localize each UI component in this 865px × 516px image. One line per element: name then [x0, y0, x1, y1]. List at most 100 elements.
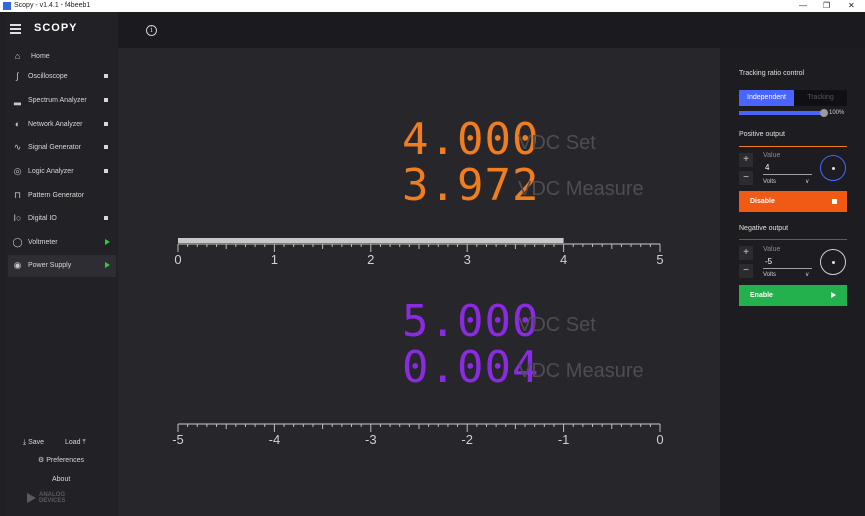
minimize-button[interactable]: — [799, 1, 807, 10]
positive-disable-button[interactable]: Disable [739, 191, 847, 212]
sidebar-item-digital-io[interactable]: I○ Digital IO [8, 208, 116, 230]
positive-tick-label: 3 [464, 252, 471, 267]
tool-running-icon [105, 262, 110, 268]
spectrum-icon: ▂ [14, 95, 21, 105]
menu-toggle-icon[interactable] [10, 24, 21, 36]
play-icon [831, 292, 836, 298]
preferences-label: Preferences [46, 457, 84, 464]
tool-state-indicator [104, 74, 108, 78]
sidebar-item-label: Pattern Generator [28, 192, 85, 199]
preferences-button[interactable]: ⚙ Preferences [38, 456, 84, 464]
negative-increment-button[interactable]: + [739, 246, 753, 260]
tracking-ratio-slider[interactable] [739, 109, 828, 117]
scopy-logo: SCOPY [34, 22, 78, 34]
chevron-down-icon[interactable]: ∨ [805, 178, 809, 185]
info-icon[interactable]: i [146, 25, 157, 36]
positive-value-label: Value [763, 152, 781, 159]
sidebar-item-voltmeter[interactable]: ◯ Voltmeter [8, 232, 116, 254]
sidebar-item-oscilloscope[interactable]: ∫ Oscilloscope [8, 66, 116, 88]
negative-output-underline [739, 239, 847, 240]
gear-icon: ⚙ [38, 457, 45, 464]
logic-icon: ◎ [13, 166, 22, 176]
negative-value-label: Value [763, 246, 781, 253]
close-button[interactable]: ✕ [848, 1, 855, 10]
save-button[interactable]: ⤓ Save [23, 439, 44, 447]
positive-unit-select[interactable]: Volts [763, 179, 776, 185]
oscilloscope-icon: ∫ [16, 71, 19, 81]
pattern-icon: ⊓ [13, 190, 22, 200]
sidebar-item-label: Voltmeter [28, 239, 58, 246]
slider-handle[interactable] [820, 109, 828, 117]
tracking-ratio-title: Tracking ratio control [739, 70, 805, 77]
negative-value-knob[interactable] [820, 249, 846, 275]
negative-decrement-button[interactable]: − [739, 264, 753, 278]
tool-running-icon [105, 239, 110, 245]
negative-measure-unit: VDC Measure [518, 360, 644, 382]
sidebar-item-logic-analyzer[interactable]: ◎ Logic Analyzer [8, 161, 116, 183]
sidebar-item-label: Oscilloscope [28, 73, 68, 80]
load-icon: ⤒ [82, 439, 86, 446]
sidebar-item-spectrum-analyzer[interactable]: ▂ Spectrum Analyzer [8, 90, 116, 112]
positive-decrement-button[interactable]: − [739, 171, 753, 185]
maximize-button[interactable]: ❐ [823, 1, 830, 10]
negative-tick-label: -3 [365, 432, 377, 447]
about-button[interactable]: About [52, 476, 70, 483]
tool-state-indicator [104, 216, 108, 220]
negative-tick-label: -5 [172, 432, 184, 447]
sidebar-item-label: Home [31, 53, 50, 60]
negative-enable-button[interactable]: Enable [739, 285, 847, 306]
negative-tick-label: -1 [558, 432, 570, 447]
negative-tick-label: -2 [461, 432, 473, 447]
disable-label: Disable [750, 198, 775, 205]
brand-line-2: DEVICES [39, 498, 66, 504]
signal-icon: ∿ [13, 142, 22, 152]
sidebar-item-label: Network Analyzer [28, 121, 83, 128]
home-icon: ⌂ [14, 51, 21, 61]
positive-tick-label: 5 [656, 252, 663, 267]
sidebar-item-network-analyzer[interactable]: ◐ Network Analyzer [8, 114, 116, 136]
sidebar-item-label: Digital IO [28, 215, 57, 222]
sidebar-item-pattern-generator[interactable]: ⊓ Pattern Generator [8, 185, 116, 207]
tool-state-indicator [104, 122, 108, 126]
load-label: Load [65, 439, 81, 446]
positive-voltage-scale: 0 1 2 3 4 5 [174, 238, 664, 267]
tracking-ratio-value: 100% [829, 110, 845, 116]
window-titlebar: Scopy - v1.4.1 - f4beeb1 — ❐ ✕ [0, 0, 865, 12]
digital-io-icon: I○ [13, 213, 22, 223]
positive-tick-label: 1 [271, 252, 278, 267]
load-button[interactable]: Load ⤒ [65, 439, 86, 447]
power-supply-icon: ◉ [13, 260, 22, 270]
sidebar-item-signal-generator[interactable]: ∿ Signal Generator [8, 137, 116, 159]
positive-value-knob[interactable] [820, 155, 846, 181]
sidebar-item-label: Logic Analyzer [28, 168, 74, 175]
enable-label: Enable [750, 292, 773, 299]
positive-set-unit: VDC Set [518, 132, 596, 154]
sidebar-item-power-supply[interactable]: ◉ Power Supply [8, 255, 116, 277]
negative-value-input[interactable]: -5 [763, 257, 812, 269]
independent-button[interactable]: Independent [739, 90, 794, 106]
save-icon: ⤓ [23, 439, 27, 446]
positive-value-input[interactable]: 4 [763, 163, 812, 175]
sidebar-item-label: Spectrum Analyzer [28, 97, 87, 104]
negative-set-unit: VDC Set [518, 314, 596, 336]
positive-tick-label: 0 [174, 252, 181, 267]
analog-devices-logo: ANALOG DEVICES [27, 492, 87, 506]
positive-increment-button[interactable]: + [739, 153, 753, 167]
sidebar-item-label: Signal Generator [28, 144, 81, 151]
positive-measure-unit: VDC Measure [518, 178, 644, 200]
positive-output-underline [739, 146, 847, 147]
negative-unit-select[interactable]: Volts [763, 272, 776, 278]
stop-icon [832, 199, 837, 204]
network-icon: ◐ [14, 119, 21, 129]
tracking-button[interactable]: Tracking [794, 90, 847, 106]
voltmeter-icon: ◯ [12, 237, 23, 247]
slider-fill [739, 111, 825, 115]
save-label: Save [28, 439, 45, 446]
positive-tick-label: 4 [560, 252, 567, 267]
tracking-mode-toggle: Independent Tracking [739, 90, 847, 106]
sidebar-item-home[interactable]: ⌂ Home [8, 46, 116, 68]
control-panel [720, 48, 865, 516]
chevron-down-icon[interactable]: ∨ [805, 271, 809, 278]
tool-state-indicator [104, 98, 108, 102]
window-title: Scopy - v1.4.1 - f4beeb1 [14, 2, 91, 9]
